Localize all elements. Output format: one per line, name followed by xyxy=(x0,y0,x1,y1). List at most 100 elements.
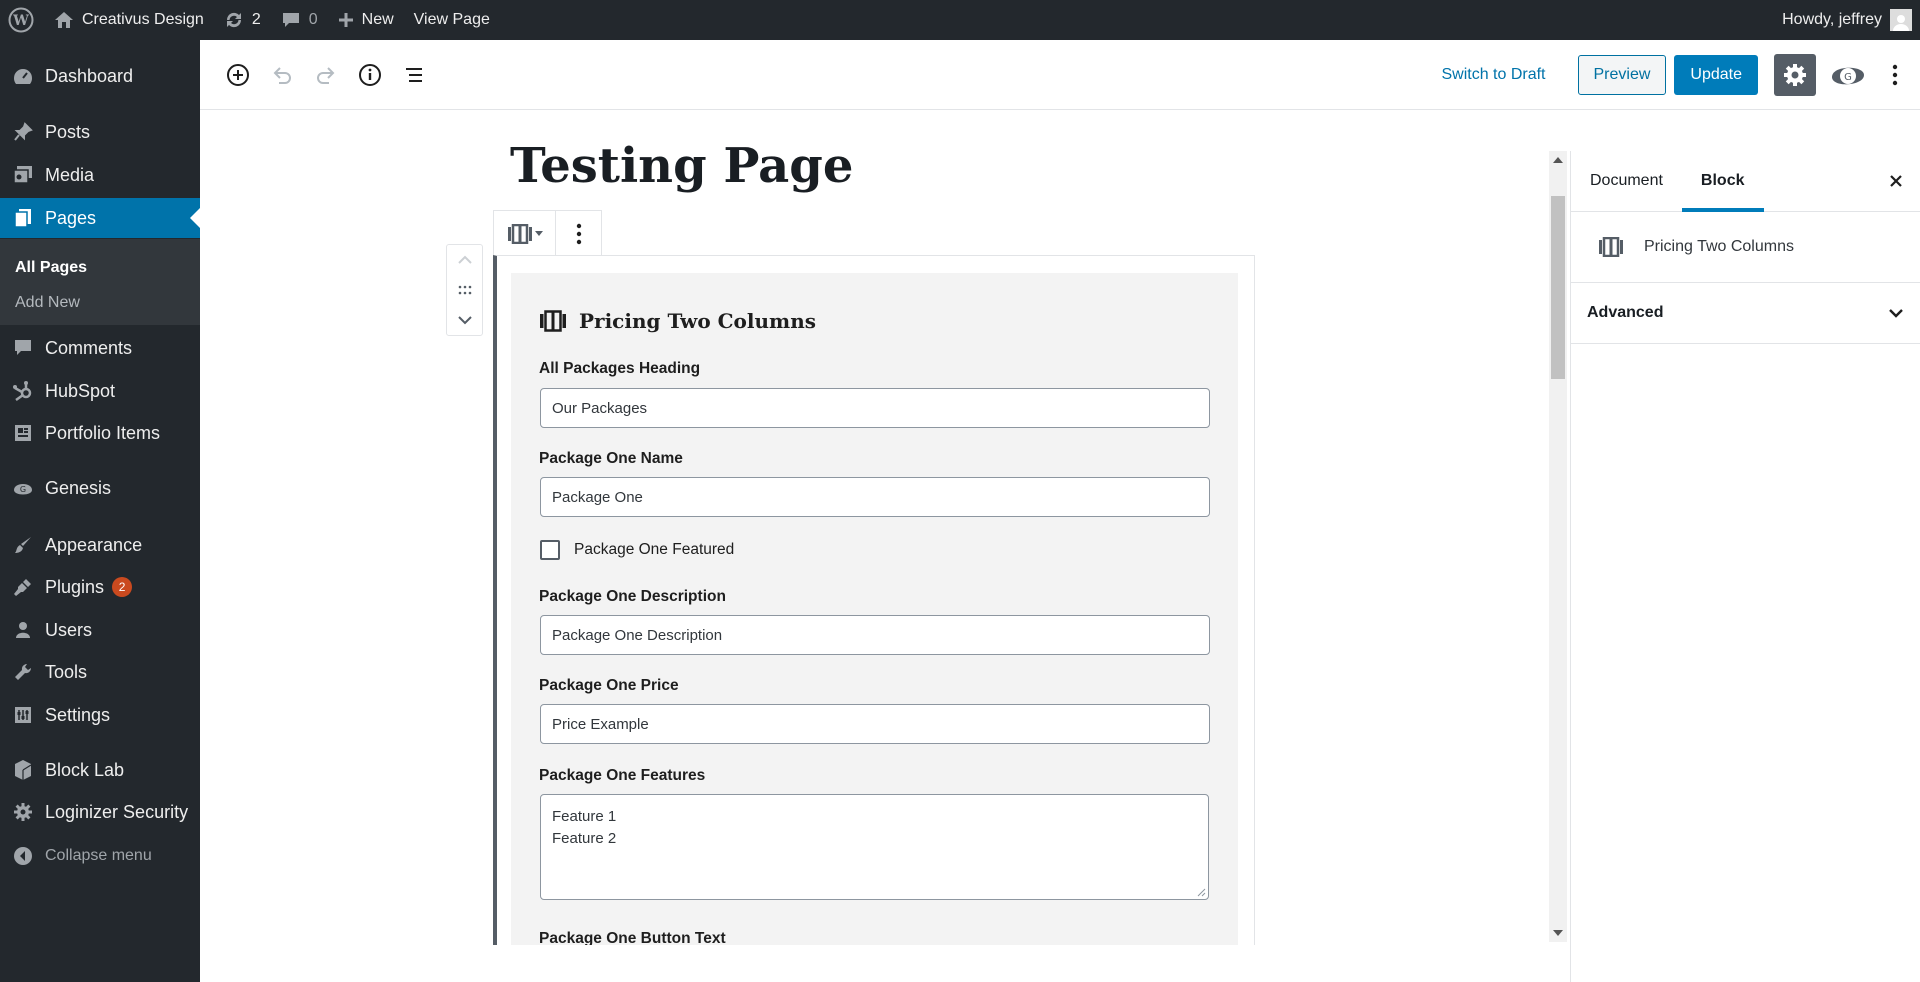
scrollbar-thumb[interactable] xyxy=(1551,196,1565,379)
site-name-link[interactable]: Creativus Design xyxy=(44,0,214,40)
menu-portfolio[interactable]: Portfolio Items xyxy=(0,413,200,453)
update-button[interactable]: Update xyxy=(1674,54,1758,95)
menu-hubspot-label: HubSpot xyxy=(45,380,116,401)
wordpress-icon: W xyxy=(8,7,34,33)
columns-block-icon xyxy=(1598,237,1624,257)
settings-sidebar: Document Block Pricing Two Columns Advan… xyxy=(1570,151,1920,982)
menu-appearance-label: Appearance xyxy=(45,534,143,555)
menu-users[interactable]: Users xyxy=(0,610,200,650)
avatar xyxy=(1890,9,1912,31)
comments-link[interactable]: 0 xyxy=(271,0,328,40)
scroll-down-arrow-icon[interactable] xyxy=(1553,930,1563,936)
collapse-menu-label: Collapse menu xyxy=(45,847,152,864)
menu-comments[interactable]: Comments xyxy=(0,328,200,368)
plus-icon xyxy=(338,12,354,28)
close-icon xyxy=(1890,175,1902,187)
package-one-price-label: Package One Price xyxy=(539,677,679,694)
svg-text:W: W xyxy=(12,13,29,29)
close-settings-button[interactable] xyxy=(1884,169,1908,193)
dashboard-icon xyxy=(0,66,45,86)
portfolio-icon xyxy=(0,423,45,443)
package-one-description-input[interactable]: Package One Description xyxy=(540,615,1210,655)
editor-scrollbar[interactable] xyxy=(1549,151,1567,942)
menu-settings[interactable]: Settings xyxy=(0,695,200,735)
site-name: Creativus Design xyxy=(82,11,204,28)
gear-icon xyxy=(0,802,45,822)
menu-posts[interactable]: Posts xyxy=(0,112,200,152)
package-one-price-input[interactable]: Price Example xyxy=(540,704,1210,744)
howdy-text: Howdy, jeffrey xyxy=(1782,11,1882,28)
menu-users-label: Users xyxy=(45,619,93,640)
preview-button[interactable]: Preview xyxy=(1577,54,1667,95)
drag-handle[interactable] xyxy=(447,275,482,305)
menu-media[interactable]: Media xyxy=(0,155,200,195)
refresh-icon xyxy=(224,11,244,29)
menu-portfolio-label: Portfolio Items xyxy=(45,422,161,443)
redo-button[interactable] xyxy=(308,57,344,93)
collapse-icon xyxy=(0,846,45,866)
resize-handle-icon[interactable] xyxy=(1196,887,1206,897)
menu-block-lab[interactable]: Block Lab xyxy=(0,750,200,790)
move-down-button[interactable] xyxy=(447,305,482,335)
chevron-up-icon xyxy=(457,255,472,264)
collapse-menu-button[interactable]: Collapse menu xyxy=(0,836,200,876)
all-packages-heading-input[interactable]: Our Packages xyxy=(540,388,1210,428)
comment-icon xyxy=(0,338,45,358)
plus-circle-icon xyxy=(227,63,249,86)
block-navigation-button[interactable] xyxy=(396,57,432,93)
package-one-featured-checkbox[interactable] xyxy=(540,540,560,560)
wp-logo-button[interactable]: W xyxy=(0,0,44,40)
more-tools-button[interactable] xyxy=(1880,57,1910,93)
media-icon xyxy=(0,165,45,185)
tab-document[interactable]: Document xyxy=(1571,151,1682,211)
menu-appearance[interactable]: Appearance xyxy=(0,525,200,565)
menu-loginizer[interactable]: Loginizer Security xyxy=(0,792,200,832)
package-one-name-input[interactable]: Package One xyxy=(540,477,1210,517)
home-icon xyxy=(54,11,74,29)
menu-genesis-label: Genesis xyxy=(45,477,112,498)
menu-tools[interactable]: Tools xyxy=(0,652,200,692)
new-content-link[interactable]: New xyxy=(328,0,404,40)
menu-dashboard[interactable]: Dashboard xyxy=(0,56,200,96)
block-more-options-button[interactable] xyxy=(556,211,601,256)
add-block-button[interactable] xyxy=(220,57,256,93)
svg-text:G: G xyxy=(19,485,25,494)
admin-bar: W Creativus Design 2 0 New View Page How… xyxy=(0,0,1920,40)
plugins-update-badge: 2 xyxy=(112,577,133,597)
wrench-icon xyxy=(0,662,45,682)
menu-dashboard-label: Dashboard xyxy=(45,65,134,86)
updates-link[interactable]: 2 xyxy=(214,0,271,40)
genesis-icon: G xyxy=(1832,67,1864,84)
content-structure-button[interactable] xyxy=(352,57,388,93)
settings-toggle-button[interactable] xyxy=(1774,53,1816,96)
undo-button[interactable] xyxy=(264,57,300,93)
switch-to-draft-button[interactable]: Switch to Draft xyxy=(1441,66,1545,84)
features-line: Feature 2 xyxy=(552,830,617,847)
hubspot-icon xyxy=(0,380,45,402)
page-title[interactable]: Testing Page xyxy=(510,138,853,194)
redo-icon xyxy=(317,66,335,84)
genesis-icon: G xyxy=(0,478,45,498)
scroll-up-arrow-icon[interactable] xyxy=(1553,157,1563,163)
submenu-add-new[interactable]: Add New xyxy=(15,294,80,312)
menu-plugins[interactable]: Plugins 2 xyxy=(0,567,200,607)
tab-block[interactable]: Block xyxy=(1681,151,1764,212)
move-up-button[interactable] xyxy=(447,245,482,275)
user-icon xyxy=(0,620,45,640)
my-account-link[interactable]: Howdy, jeffrey xyxy=(1772,0,1912,40)
genesis-settings-button[interactable]: G xyxy=(1830,57,1866,93)
menu-hubspot[interactable]: HubSpot xyxy=(0,371,200,411)
comment-icon xyxy=(281,11,301,29)
menu-genesis[interactable]: G Genesis xyxy=(0,468,200,508)
drag-handle-icon xyxy=(458,285,471,295)
gear-icon xyxy=(1784,63,1806,86)
submenu-all-pages[interactable]: All Pages xyxy=(15,259,87,277)
block-card: Pricing Two Columns xyxy=(1571,212,1920,283)
menu-pages[interactable]: Pages xyxy=(0,198,200,238)
package-one-features-textarea[interactable]: Feature 1 Feature 2 xyxy=(540,794,1209,900)
plugin-icon xyxy=(0,577,45,597)
menu-posts-label: Posts xyxy=(45,121,91,142)
advanced-panel-toggle[interactable]: Advanced xyxy=(1571,283,1920,344)
view-page-link[interactable]: View Page xyxy=(404,0,500,40)
block-switcher-button[interactable] xyxy=(494,211,556,256)
